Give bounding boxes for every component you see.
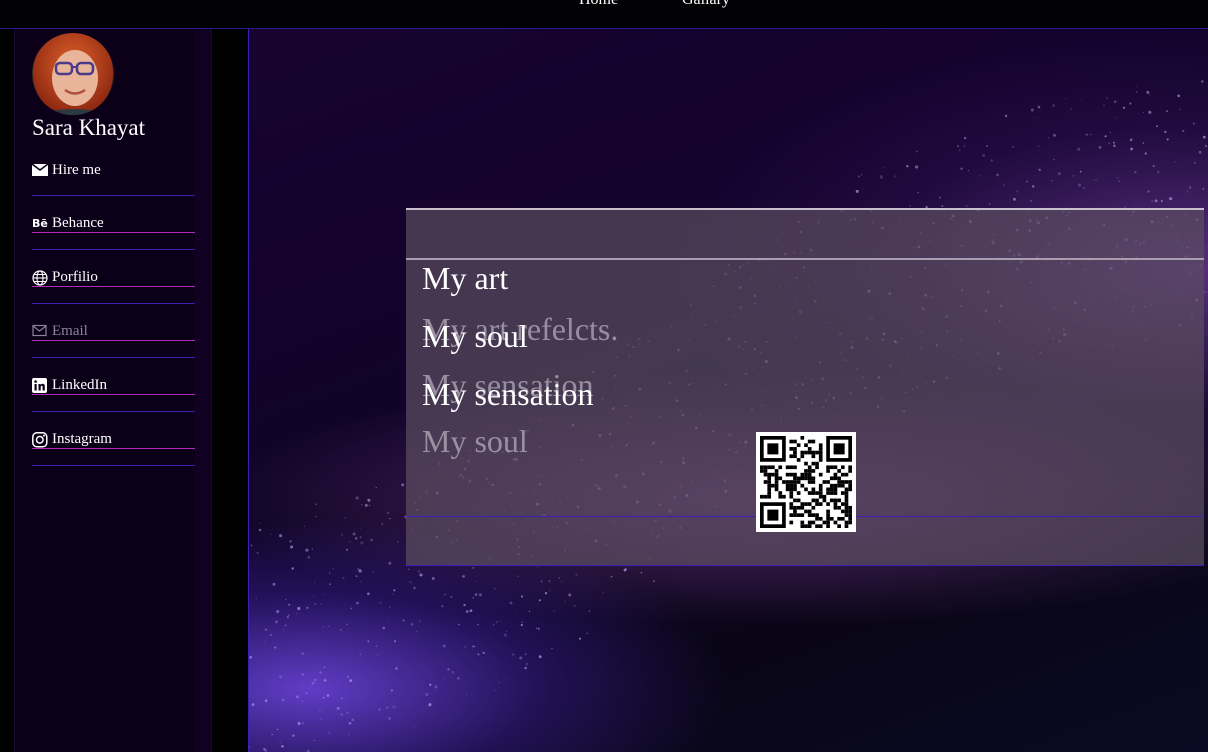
email-field[interactable]: Email xyxy=(32,318,195,341)
email-placeholder: Email xyxy=(52,323,88,339)
divider xyxy=(32,303,195,304)
sidebar: Sara Khayat Hire me Bē Behance Porfilio xyxy=(14,29,212,752)
sidebar-item-label: Instagram xyxy=(52,431,112,447)
svg-text:Bē: Bē xyxy=(32,217,48,230)
top-navbar: Home Gallary xyxy=(0,0,1208,29)
sidebar-item-portfolio[interactable]: Porfilio xyxy=(32,264,195,287)
slide-text: My art xyxy=(422,260,509,296)
sidebar-item-label: Porfilio xyxy=(52,269,98,285)
globe-icon xyxy=(32,270,49,286)
slide-text: My sensation xyxy=(422,376,594,412)
slide-text-ghost: My soul xyxy=(422,423,528,459)
sidebar-item-label: Hire me xyxy=(52,162,101,178)
linkedin-icon xyxy=(32,378,49,394)
avatar xyxy=(32,33,114,115)
sidebar-item-instagram[interactable]: Instagram xyxy=(32,426,195,449)
sidebar-container: Sara Khayat Hire me Bē Behance Porfilio xyxy=(0,29,248,752)
behance-icon: Bē xyxy=(32,216,49,232)
instagram-icon xyxy=(32,432,49,448)
divider xyxy=(32,249,195,250)
sidebar-item-linkedin[interactable]: LinkedIn xyxy=(32,372,195,395)
divider xyxy=(32,357,195,358)
nav-link-home[interactable]: Home xyxy=(579,0,618,9)
hero-background: My art refelcts. My sensation My soul My… xyxy=(248,29,1208,752)
nav-link-gallery[interactable]: Gallary xyxy=(682,0,730,9)
qr-code xyxy=(756,432,856,532)
sidebar-item-label: LinkedIn xyxy=(52,377,107,393)
divider xyxy=(32,465,195,466)
mail-outline-icon xyxy=(32,324,49,340)
sidebar-item-behance[interactable]: Bē Behance xyxy=(32,210,195,233)
sidebar-item-hire-me[interactable]: Hire me xyxy=(32,157,195,179)
divider xyxy=(32,195,195,196)
profile-name: Sara Khayat xyxy=(32,115,146,140)
panel-divider-top xyxy=(406,258,1204,260)
sidebar-edge-strip xyxy=(195,29,211,752)
slide-text: My soul xyxy=(422,318,528,354)
divider xyxy=(32,411,195,412)
sidebar-item-label: Behance xyxy=(52,215,104,231)
text-slider-panel: My art refelcts. My sensation My soul My… xyxy=(406,208,1204,566)
envelope-icon xyxy=(32,163,49,179)
